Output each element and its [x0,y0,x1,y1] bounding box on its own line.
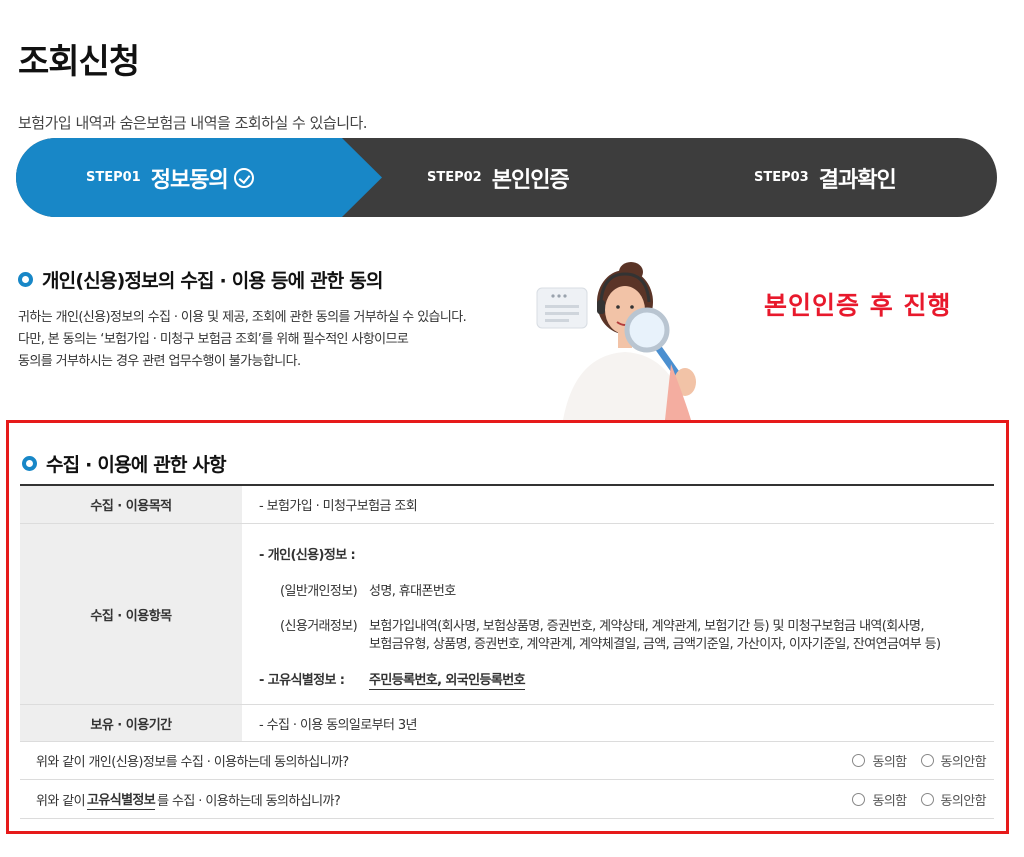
step3-number: STEP03 [754,170,809,185]
woman-magnifier-illustration [536,262,696,420]
table-row: 수집 · 이용목적 - 보험가입 · 미청구보험금 조회 [20,486,994,524]
agree-radio-option[interactable]: 동의함 [852,790,907,809]
step2-label: 본인인증 [491,167,570,193]
bullet-ring-icon [22,456,37,471]
step1-label: 정보동의 [150,167,229,193]
question-text-emphasis: 고유식별정보 [86,789,156,810]
consent-line: 귀하는 개인(신용)정보의 수집 · 이용 및 제공, 조회에 관한 동의를 거… [18,310,467,325]
step3-label: 결과확인 [818,167,897,193]
items-heading-text: 수집 · 이용에 관한 사항 [46,454,227,476]
consent-line: 동의를 거부하시는 경우 관련 업무수행이 불가능합니다. [18,354,301,369]
step1: STEP01 정보동의 [86,138,254,217]
question-text-pre: 위와 같이 [36,793,86,809]
question-text: 위와 같이 개인(신용)정보를 수집 · 이용하는데 동의하십니까? [36,754,349,770]
general-info-value: 성명, 휴대폰번호 [369,584,456,599]
disagree-label: 동의안함 [940,755,987,770]
step-progress-bar: STEP01 정보동의 STEP02 본인인증 STEP03 결과확인 [16,138,997,217]
personal-info-label: - 개인(신용)정보 : [259,548,356,563]
table-row: 보유 · 이용기간 - 수집 · 이용 동의일로부터 3년 [20,705,994,742]
agree-radio-option[interactable]: 동의함 [852,751,907,770]
radio-circle-icon[interactable] [920,754,934,767]
step3: STEP03 결과확인 [754,138,897,217]
row-header: 수집 · 이용목적 [20,486,242,523]
consent-heading: 개인(신용)정보의 수집 · 이용 등에 관한 동의 [18,266,383,293]
general-info-tag: (일반개인정보) [280,584,358,599]
disagree-label: 동의안함 [940,794,987,809]
radio-circle-icon[interactable] [920,793,934,806]
consent-radio-group: 동의함 동의안함 [838,780,987,819]
consent-radio-group: 동의함 동의안함 [838,741,987,780]
radio-circle-icon[interactable] [852,793,866,806]
radio-circle-icon[interactable] [852,754,866,767]
question-text-post: 를 수집 · 이용하는데 동의하십니까? [157,793,341,809]
items-heading: 수집 · 이용에 관한 사항 [22,450,227,477]
consent-question-unique-id: 위와 같이 고유식별정보 를 수집 · 이용하는데 동의하십니까? 동의함 동의… [20,780,994,819]
page-description: 보험가입 내역과 숨은보험금 내역을 조회하실 수 있습니다. [18,114,368,132]
credit-info-value-1: 보험가입내역(회사명, 보험상품명, 증권번호, 계약상태, 계약관계, 보험기… [369,619,924,634]
table-row: 수집 · 이용항목 - 개인(신용)정보 : (일반개인정보) 성명, 휴대폰번… [20,524,994,705]
credit-info-value-2: 보험금유형, 상품명, 증권번호, 계약관계, 계약체결일, 금액, 금액기준일… [369,637,941,652]
row-value: - 개인(신용)정보 : (일반개인정보) 성명, 휴대폰번호 (신용거래정보)… [242,524,994,704]
row-header: 보유 · 이용기간 [20,705,242,741]
agree-label: 동의함 [872,794,907,809]
verification-notice: 본인인증 후 진행 [764,291,952,320]
step1-number: STEP01 [86,170,141,185]
disagree-radio-option[interactable]: 동의안함 [920,790,987,809]
step2: STEP02 본인인증 [427,138,570,217]
unique-id-value: 주민등록번호, 외국인등록번호 [369,669,526,690]
row-header: 수집 · 이용항목 [20,524,242,704]
row-value: - 수집 · 이용 동의일로부터 3년 [259,717,418,733]
consent-line: 다만, 본 동의는 ‘보험가입 · 미청구 보험금 조회’를 위해 필수적인 사… [18,332,409,347]
disagree-radio-option[interactable]: 동의안함 [920,751,987,770]
consent-question-personal: 위와 같이 개인(신용)정보를 수집 · 이용하는데 동의하십니까? 동의함 동… [20,741,994,780]
row-value: - 보험가입 · 미청구보험금 조회 [259,499,418,514]
collection-usage-table: 수집 · 이용목적 - 보험가입 · 미청구보험금 조회 수집 · 이용항목 -… [20,484,994,742]
unique-id-label: - 고유식별정보 : [259,673,345,688]
agree-label: 동의함 [872,755,907,770]
step2-number: STEP02 [427,170,482,185]
check-circle-icon [233,167,254,188]
credit-info-tag: (신용거래정보) [280,619,358,634]
bullet-ring-icon [18,272,33,287]
consent-description: 귀하는 개인(신용)정보의 수집 · 이용 및 제공, 조회에 관한 동의를 거… [18,307,467,373]
consent-heading-text: 개인(신용)정보의 수집 · 이용 등에 관한 동의 [42,270,383,292]
page-title: 조회신청 [18,42,140,82]
